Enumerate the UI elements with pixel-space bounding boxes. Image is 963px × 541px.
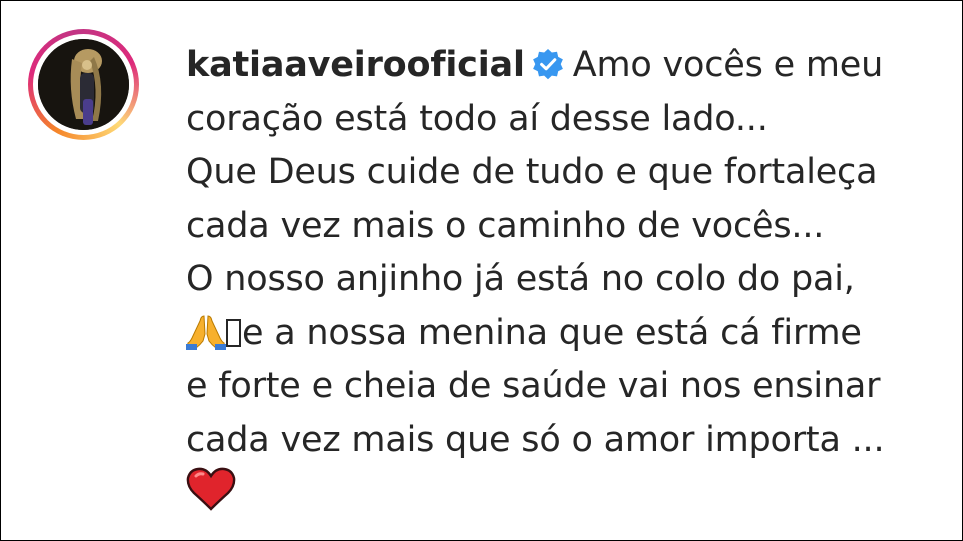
comment-line-5: O nosso anjinho já está no colo do pai, xyxy=(186,259,855,299)
avatar[interactable] xyxy=(38,39,129,130)
comment-line-4: cada vez mais o caminho de vocês... xyxy=(186,205,825,246)
comment-text-line-6: e a nossa menina que está cá firme xyxy=(242,312,862,353)
comment-line-8: cada vez mais que só o amor importa ... xyxy=(186,419,885,460)
praying-hands-icon xyxy=(186,314,226,350)
verified-badge-icon xyxy=(532,48,563,80)
comment-line-2: coração está todo aí desse lado... xyxy=(186,98,768,139)
comment-text: katiaaveirooficial Amo vocês e meu coraçã… xyxy=(186,39,926,522)
story-ring[interactable] xyxy=(28,29,139,140)
missing-glyph-box xyxy=(226,318,241,347)
comment-text-line-1: Amo vocês e meu xyxy=(572,45,884,85)
username-link[interactable]: katiaaveirooficial xyxy=(186,45,525,85)
comment-line-7: e forte e cheia de saúde vai nos ensinar xyxy=(186,366,881,406)
avatar-gap xyxy=(33,34,134,135)
comment-card: katiaaveirooficial Amo vocês e meu coraçã… xyxy=(0,0,963,541)
comment-line-9 xyxy=(186,467,926,522)
red-heart-icon xyxy=(186,467,236,511)
comment-line-1: katiaaveirooficial Amo vocês e meu xyxy=(186,39,926,93)
comment-line-3: Que Deus cuide de tudo e que fortaleça xyxy=(186,152,878,192)
avatar-photo xyxy=(38,39,129,130)
comment-line-6: e a nossa menina que está cá firme xyxy=(186,307,926,361)
